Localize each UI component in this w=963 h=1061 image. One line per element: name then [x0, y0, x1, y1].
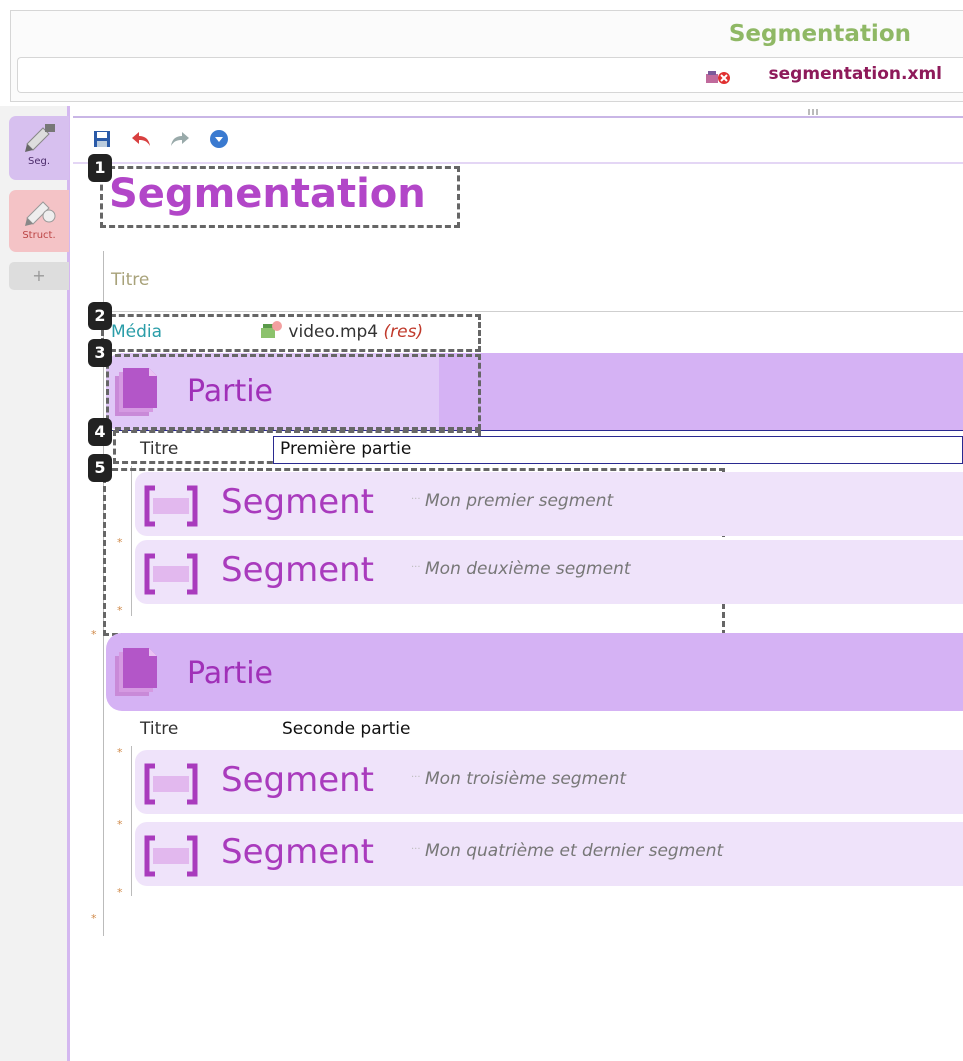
doc-title-label: Titre: [111, 270, 150, 290]
editor-area: 1 Segmentation Titre 2 Média video.mp4 (…: [73, 106, 963, 1061]
document-stack-icon: [113, 644, 161, 704]
redo-icon[interactable]: [169, 128, 191, 150]
segment-block[interactable]: Segment ··· Mon premier segment: [135, 472, 963, 536]
file-error-icon: [704, 66, 732, 90]
callout-3-box: [106, 354, 481, 430]
insert-point-star: *: [117, 818, 123, 831]
video-file-icon: [259, 321, 288, 342]
segment-bracket-icon: [141, 834, 201, 882]
divider: [106, 311, 963, 312]
callout-3-badge: 3: [88, 339, 112, 367]
insert-point-star: *: [117, 746, 123, 759]
window-header: Segmentation segmentation.xml: [10, 10, 963, 102]
toolbar: [91, 124, 230, 154]
tree-guide: [131, 746, 132, 896]
ellipsis-dots: ···: [411, 772, 421, 783]
tab-segmentation-label: Seg.: [27, 156, 51, 167]
menu-down-icon[interactable]: [208, 128, 230, 150]
tab-structure-label: Struct.: [22, 230, 56, 241]
tab-strip: Seg. Struct. +: [0, 106, 70, 1061]
save-icon[interactable]: [91, 128, 113, 150]
media-note: (res): [383, 322, 424, 342]
segment-label: Segment: [221, 832, 374, 872]
tab-structure[interactable]: Struct.: [9, 190, 69, 252]
segment-description: Mon troisième segment: [425, 769, 627, 789]
media-label: Média: [111, 322, 163, 342]
ellipsis-dots: ···: [411, 844, 421, 855]
segment-bracket-icon: [141, 762, 201, 810]
segment-bracket-icon: [141, 552, 201, 600]
partie-titre-input[interactable]: Première partie: [273, 436, 963, 464]
insert-point-star: *: [91, 912, 97, 925]
partie-label: Partie: [187, 656, 274, 691]
insert-point-star: *: [117, 886, 123, 899]
callout-2-badge: 2: [88, 302, 112, 330]
ellipsis-dots: ···: [411, 562, 421, 573]
segment-label: Segment: [221, 760, 374, 800]
toolbar-top-border: [73, 116, 963, 118]
media-value[interactable]: video.mp4 (res): [259, 320, 423, 342]
segment-label: Segment: [221, 482, 374, 522]
insert-point-star: *: [117, 536, 123, 549]
segment-description: Mon deuxième segment: [425, 559, 631, 579]
pencil-icon: [23, 196, 57, 229]
file-name: segmentation.xml: [768, 64, 942, 84]
app-title: Segmentation: [728, 21, 911, 47]
segment-block[interactable]: Segment ··· Mon quatrième et dernier seg…: [135, 822, 963, 886]
insert-point-star: *: [117, 604, 123, 617]
page-title: Segmentation: [109, 171, 426, 217]
tab-segmentation[interactable]: Seg.: [9, 116, 69, 180]
insert-point-star: *: [91, 628, 97, 641]
pencil-icon: [23, 122, 57, 155]
segment-label: Segment: [221, 550, 374, 590]
partie-titre-label: Titre: [140, 719, 179, 739]
callout-4-badge: 4: [88, 418, 112, 446]
segment-description: Mon premier segment: [425, 491, 614, 511]
partie-titre-label: Titre: [140, 439, 179, 459]
ellipsis-dots: ···: [411, 494, 421, 505]
segment-block[interactable]: Segment ··· Mon troisième segment: [135, 750, 963, 814]
add-tab-button[interactable]: +: [9, 262, 69, 290]
callout-5-badge: 5: [88, 454, 112, 482]
file-bar[interactable]: segmentation.xml: [17, 57, 963, 93]
media-filename: video.mp4: [288, 322, 379, 342]
undo-icon[interactable]: [130, 128, 152, 150]
toolbar-bottom-border: [73, 162, 963, 164]
segment-block[interactable]: Segment ··· Mon deuxième segment: [135, 540, 963, 604]
segment-bracket-icon: [141, 484, 201, 532]
partie-titre-value[interactable]: Seconde partie: [282, 719, 410, 739]
segment-description: Mon quatrième et dernier segment: [425, 841, 724, 861]
